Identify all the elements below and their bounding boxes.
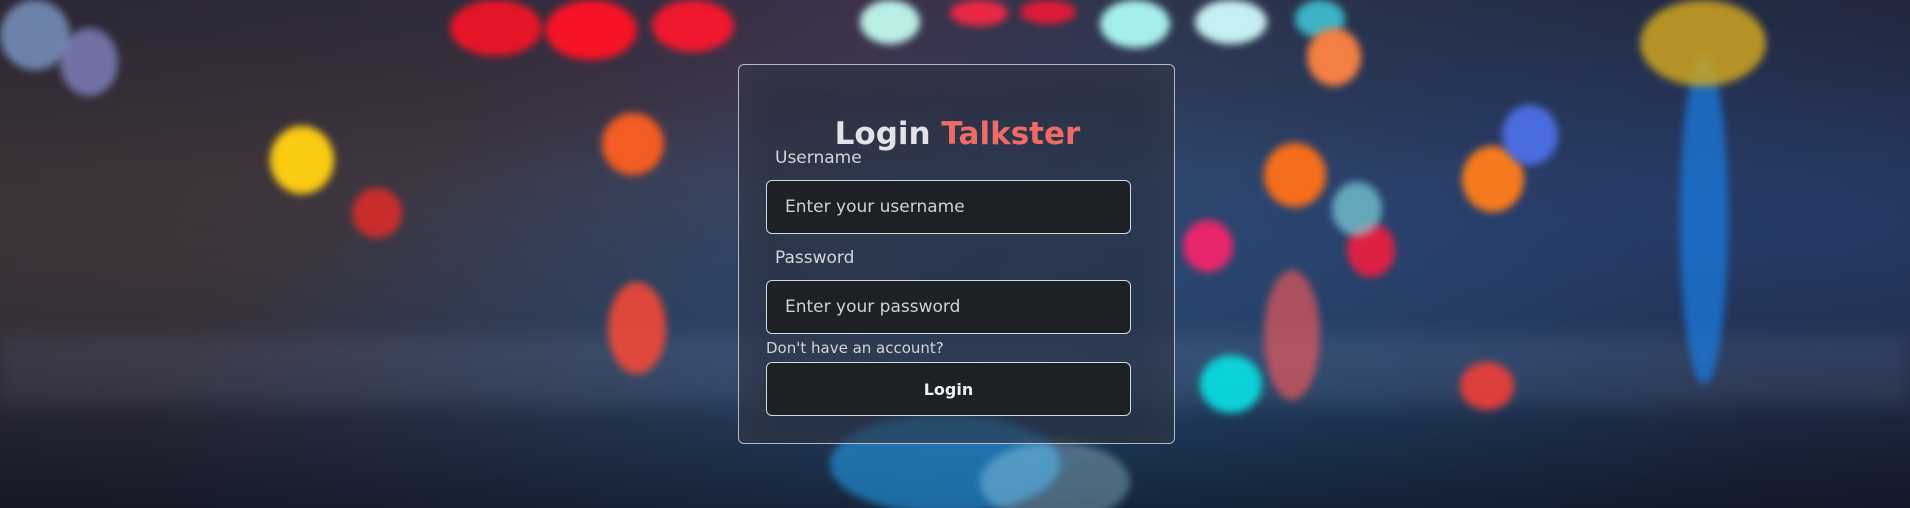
login-button[interactable]: Login xyxy=(766,362,1131,416)
blue-bokeh-light xyxy=(1502,105,1558,165)
cyan-bokeh-light xyxy=(1332,182,1382,236)
cyan-bokeh-light xyxy=(1100,0,1170,48)
red-bokeh-light xyxy=(1460,362,1514,410)
orange-bokeh-light xyxy=(1264,143,1326,207)
red-bokeh-light xyxy=(652,0,734,52)
brand-name: Talkster xyxy=(941,115,1081,152)
red-bokeh-light xyxy=(1264,270,1320,400)
magenta-bokeh-light xyxy=(1183,220,1233,272)
red-bokeh-light xyxy=(950,0,1008,26)
orange-bokeh-light xyxy=(1307,28,1361,86)
yellow-bokeh-light xyxy=(270,126,334,194)
red-bokeh-light xyxy=(608,282,666,374)
signup-link[interactable]: Don't have an account? xyxy=(766,339,944,357)
password-label: Password xyxy=(775,248,855,268)
violet-bokeh-light xyxy=(60,28,118,96)
cyan-bokeh-light xyxy=(860,0,920,44)
red-bokeh-light xyxy=(450,0,542,56)
cyan-bokeh-light xyxy=(1195,0,1267,44)
cyan-bokeh-light xyxy=(1200,355,1262,413)
blue-street-light xyxy=(1680,54,1728,384)
red-bokeh-light xyxy=(352,188,402,238)
username-input[interactable] xyxy=(766,180,1131,234)
password-input[interactable] xyxy=(766,280,1131,334)
red-bokeh-light xyxy=(545,0,637,60)
login-card: Login Talkster Username Password Don't h… xyxy=(738,64,1175,444)
username-label: Username xyxy=(775,148,862,168)
red-bokeh-light xyxy=(1020,0,1076,24)
orange-bokeh-light xyxy=(602,113,664,175)
yellow-sign-light xyxy=(1640,0,1766,86)
